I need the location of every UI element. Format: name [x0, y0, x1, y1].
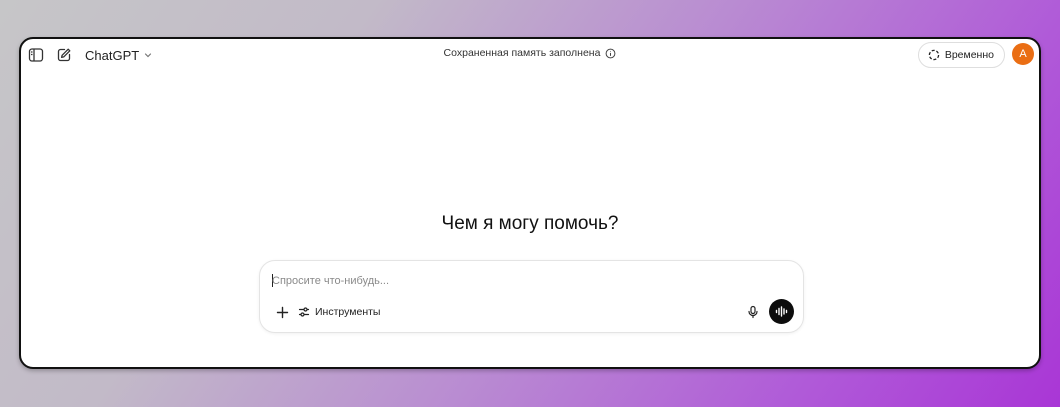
- memory-notice-text: Сохраненная память заполнена: [443, 47, 601, 59]
- tools-label: Инструменты: [315, 306, 381, 318]
- info-icon[interactable]: [605, 48, 616, 59]
- dictate-button[interactable]: [743, 302, 763, 322]
- tools-button[interactable]: Инструменты: [298, 302, 380, 322]
- chat-window: ChatGPT Сохраненная память заполнена Вре…: [19, 37, 1041, 369]
- mic-icon: [748, 305, 758, 319]
- memory-notice: Сохраненная память заполнена: [21, 47, 1039, 59]
- dashed-circle-icon: [928, 49, 940, 61]
- top-bar: ChatGPT Сохраненная память заполнена Вре…: [21, 39, 1039, 71]
- plus-icon: [276, 306, 288, 318]
- prompt-input[interactable]: [272, 273, 732, 289]
- temporary-chat-button[interactable]: Временно: [917, 42, 1005, 68]
- page-title: Чем я могу помочь?: [441, 213, 619, 234]
- temporary-label: Временно: [944, 49, 994, 61]
- sliders-icon: [298, 307, 310, 317]
- avatar[interactable]: A: [1012, 43, 1034, 65]
- voice-mode-button[interactable]: [769, 299, 794, 324]
- attach-button[interactable]: [272, 302, 292, 322]
- composer: Инструменты: [259, 260, 804, 333]
- waveform-icon: [775, 306, 788, 317]
